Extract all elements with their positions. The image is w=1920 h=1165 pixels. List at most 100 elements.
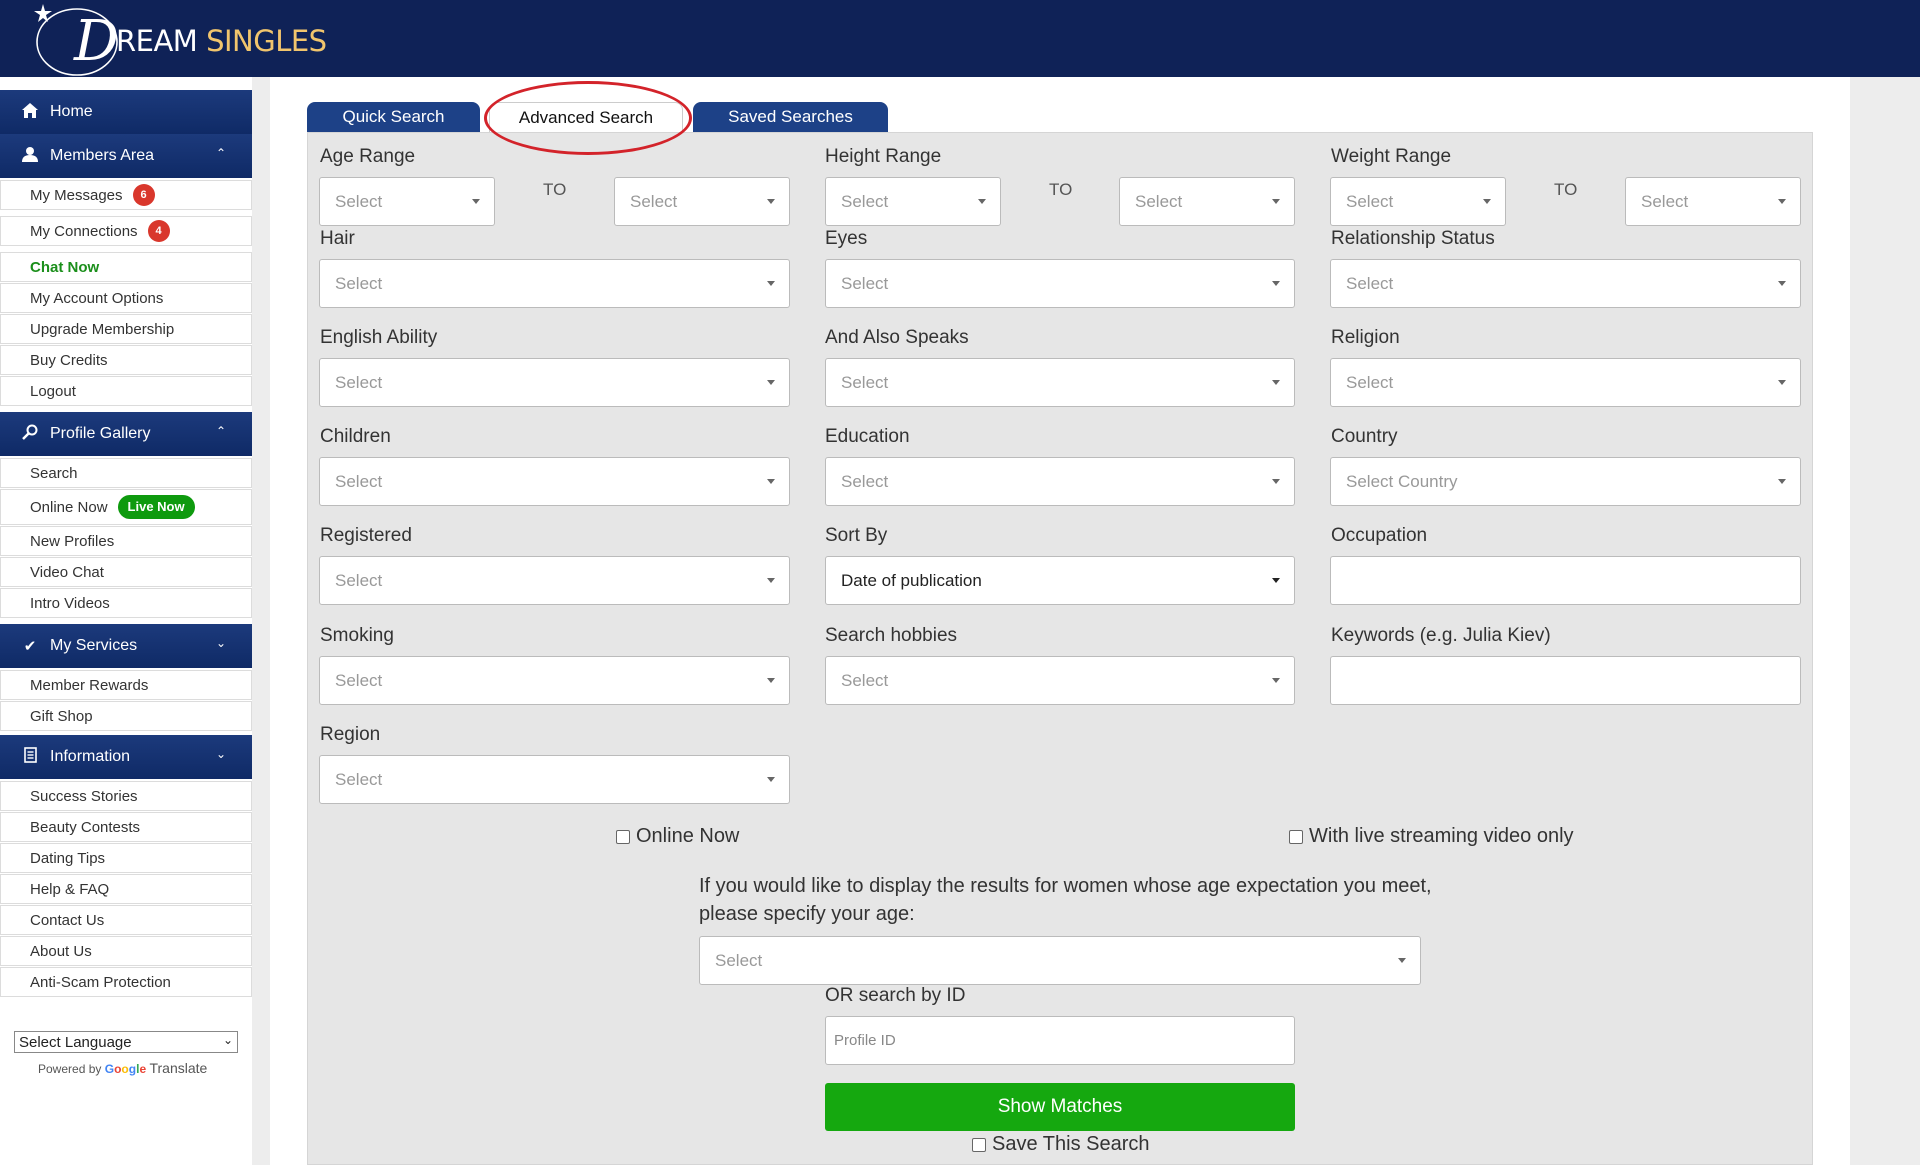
online-now-checkbox-label: Online Now: [636, 825, 740, 847]
relationship-status-select[interactable]: Select: [1330, 259, 1801, 308]
chevron-up-icon: ⌃: [215, 146, 226, 160]
caret-down-icon: [1398, 958, 1406, 963]
age-min-select[interactable]: Select: [319, 177, 495, 226]
height-min-select[interactable]: Select: [825, 177, 1001, 226]
show-matches-button[interactable]: Show Matches: [825, 1083, 1295, 1131]
sidebar-item-success-stories[interactable]: Success Stories: [0, 781, 252, 811]
sort-by-select[interactable]: Date of publication: [825, 556, 1295, 605]
caret-down-icon: [1272, 199, 1280, 204]
language-select[interactable]: Select Language ⌄: [14, 1031, 238, 1053]
sidebar-info-label: Information: [50, 748, 131, 765]
sidebar-item-label: My Account Options: [30, 289, 164, 307]
sidebar-item-beauty-contests[interactable]: Beauty Contests: [0, 812, 252, 842]
eyes-select[interactable]: Select: [825, 259, 1295, 308]
caret-down-icon: [767, 199, 775, 204]
weight-to-label: TO: [1554, 180, 1578, 199]
powered-by-label: Powered by: [38, 1062, 102, 1076]
sidebar-item-label: Beauty Contests: [30, 818, 141, 836]
sidebar-profile-gallery[interactable]: Profile Gallery ⌃: [0, 412, 252, 456]
document-icon: [20, 747, 40, 767]
caret-down-icon: [1778, 380, 1786, 385]
children-select[interactable]: Select: [319, 457, 790, 506]
sidebar-item-search[interactable]: Search: [0, 458, 252, 488]
connections-count-badge: 4: [147, 220, 170, 242]
live-streaming-checkbox[interactable]: With live streaming video only: [1289, 825, 1574, 848]
sidebar-item-chat-now[interactable]: Chat Now: [0, 252, 252, 282]
chevron-down-icon: ⌄: [215, 636, 226, 650]
sidebar-item-label: Anti-Scam Protection: [30, 973, 171, 991]
sidebar-item-dating-tips[interactable]: Dating Tips: [0, 843, 252, 873]
caret-down-icon: [1272, 281, 1280, 286]
sidebar-item-upgrade-membership[interactable]: Upgrade Membership: [0, 314, 252, 344]
save-search-checkbox[interactable]: Save This Search: [972, 1133, 1150, 1156]
sidebar-item-gift-shop[interactable]: Gift Shop: [0, 701, 252, 731]
show-matches-label: Show Matches: [997, 1096, 1123, 1117]
sidebar-item-anti-scam[interactable]: Anti-Scam Protection: [0, 967, 252, 997]
english-ability-select[interactable]: Select: [319, 358, 790, 407]
registered-label: Registered: [320, 525, 412, 546]
religion-select[interactable]: Select: [1330, 358, 1801, 407]
tab-quick-search[interactable]: Quick Search: [307, 102, 480, 132]
age-max-select[interactable]: Select: [614, 177, 790, 226]
tab-saved-searches[interactable]: Saved Searches: [693, 102, 888, 132]
search-icon: [20, 424, 40, 444]
region-select-value: Select: [335, 769, 383, 789]
profile-id-input[interactable]: Profile ID: [825, 1016, 1295, 1065]
translate-link[interactable]: Translate: [149, 1060, 207, 1076]
google-translate-credit: Powered by Google Translate: [38, 1060, 207, 1076]
sidebar-item-online-now[interactable]: Online Now Live Now: [0, 489, 252, 525]
sidebar-information[interactable]: Information ⌄: [0, 735, 252, 779]
sidebar-item-label: Video Chat: [30, 563, 104, 581]
logo-word-a: REAM: [116, 24, 198, 58]
registered-select[interactable]: Select: [319, 556, 790, 605]
checkbox-box[interactable]: [616, 829, 630, 844]
sidebar-item-label: About Us: [30, 942, 92, 960]
sidebar-item-intro-videos[interactable]: Intro Videos: [0, 588, 252, 618]
country-select[interactable]: Select Country: [1330, 457, 1801, 506]
education-select[interactable]: Select: [825, 457, 1295, 506]
smoking-select-value: Select: [335, 670, 383, 690]
sidebar-item-account-options[interactable]: My Account Options: [0, 283, 252, 313]
sidebar-item-about-us[interactable]: About Us: [0, 936, 252, 966]
sidebar-item-video-chat[interactable]: Video Chat: [0, 557, 252, 587]
logo-wordmark: REAM SINGLES: [116, 24, 327, 58]
sidebar-item-label: My Messages: [30, 186, 123, 204]
sidebar-members-area[interactable]: Members Area ⌃: [0, 134, 252, 178]
chevron-down-icon: ⌄: [215, 747, 226, 761]
weight-max-select[interactable]: Select: [1625, 177, 1801, 226]
also-speaks-label: And Also Speaks: [825, 327, 969, 348]
sidebar-item-contact-us[interactable]: Contact Us: [0, 905, 252, 935]
english-ability-label: English Ability: [320, 327, 438, 348]
search-hobbies-select[interactable]: Select: [825, 656, 1295, 705]
sidebar-item-new-profiles[interactable]: New Profiles: [0, 526, 252, 556]
also-speaks-select[interactable]: Select: [825, 358, 1295, 407]
site-logo[interactable]: D REAM SINGLES: [30, 2, 330, 76]
caret-down-icon: [767, 281, 775, 286]
online-now-checkbox[interactable]: Online Now: [616, 825, 739, 848]
sidebar-my-services[interactable]: ✔ My Services ⌄: [0, 624, 252, 668]
checkbox-box[interactable]: [1289, 829, 1303, 844]
children-select-value: Select: [335, 471, 383, 491]
my-age-select[interactable]: Select: [699, 936, 1421, 985]
weight-min-select[interactable]: Select: [1330, 177, 1506, 226]
sidebar-item-buy-credits[interactable]: Buy Credits: [0, 345, 252, 375]
sidebar-item-logout[interactable]: Logout: [0, 376, 252, 406]
relationship-status-select-value: Select: [1346, 273, 1394, 293]
sidebar-item-help-faq[interactable]: Help & FAQ: [0, 874, 252, 904]
profile-id-placeholder: Profile ID: [834, 1032, 896, 1049]
tab-advanced-search[interactable]: Advanced Search: [489, 102, 683, 132]
hair-select[interactable]: Select: [319, 259, 790, 308]
sidebar-home[interactable]: Home: [0, 90, 252, 134]
sidebar-item-my-connections[interactable]: My Connections 4: [0, 216, 252, 246]
height-max-select[interactable]: Select: [1119, 177, 1295, 226]
age-expectation-note: If you would like to display the results…: [699, 875, 1432, 925]
occupation-input[interactable]: [1330, 556, 1801, 605]
sidebar-item-my-messages[interactable]: My Messages 6: [0, 180, 252, 210]
smoking-select[interactable]: Select: [319, 656, 790, 705]
region-select[interactable]: Select: [319, 755, 790, 804]
checkbox-box[interactable]: [972, 1137, 986, 1152]
sidebar-item-label: Chat Now: [30, 258, 100, 276]
sidebar-item-member-rewards[interactable]: Member Rewards: [0, 670, 252, 700]
keywords-input[interactable]: [1330, 656, 1801, 705]
caret-down-icon: [1272, 380, 1280, 385]
